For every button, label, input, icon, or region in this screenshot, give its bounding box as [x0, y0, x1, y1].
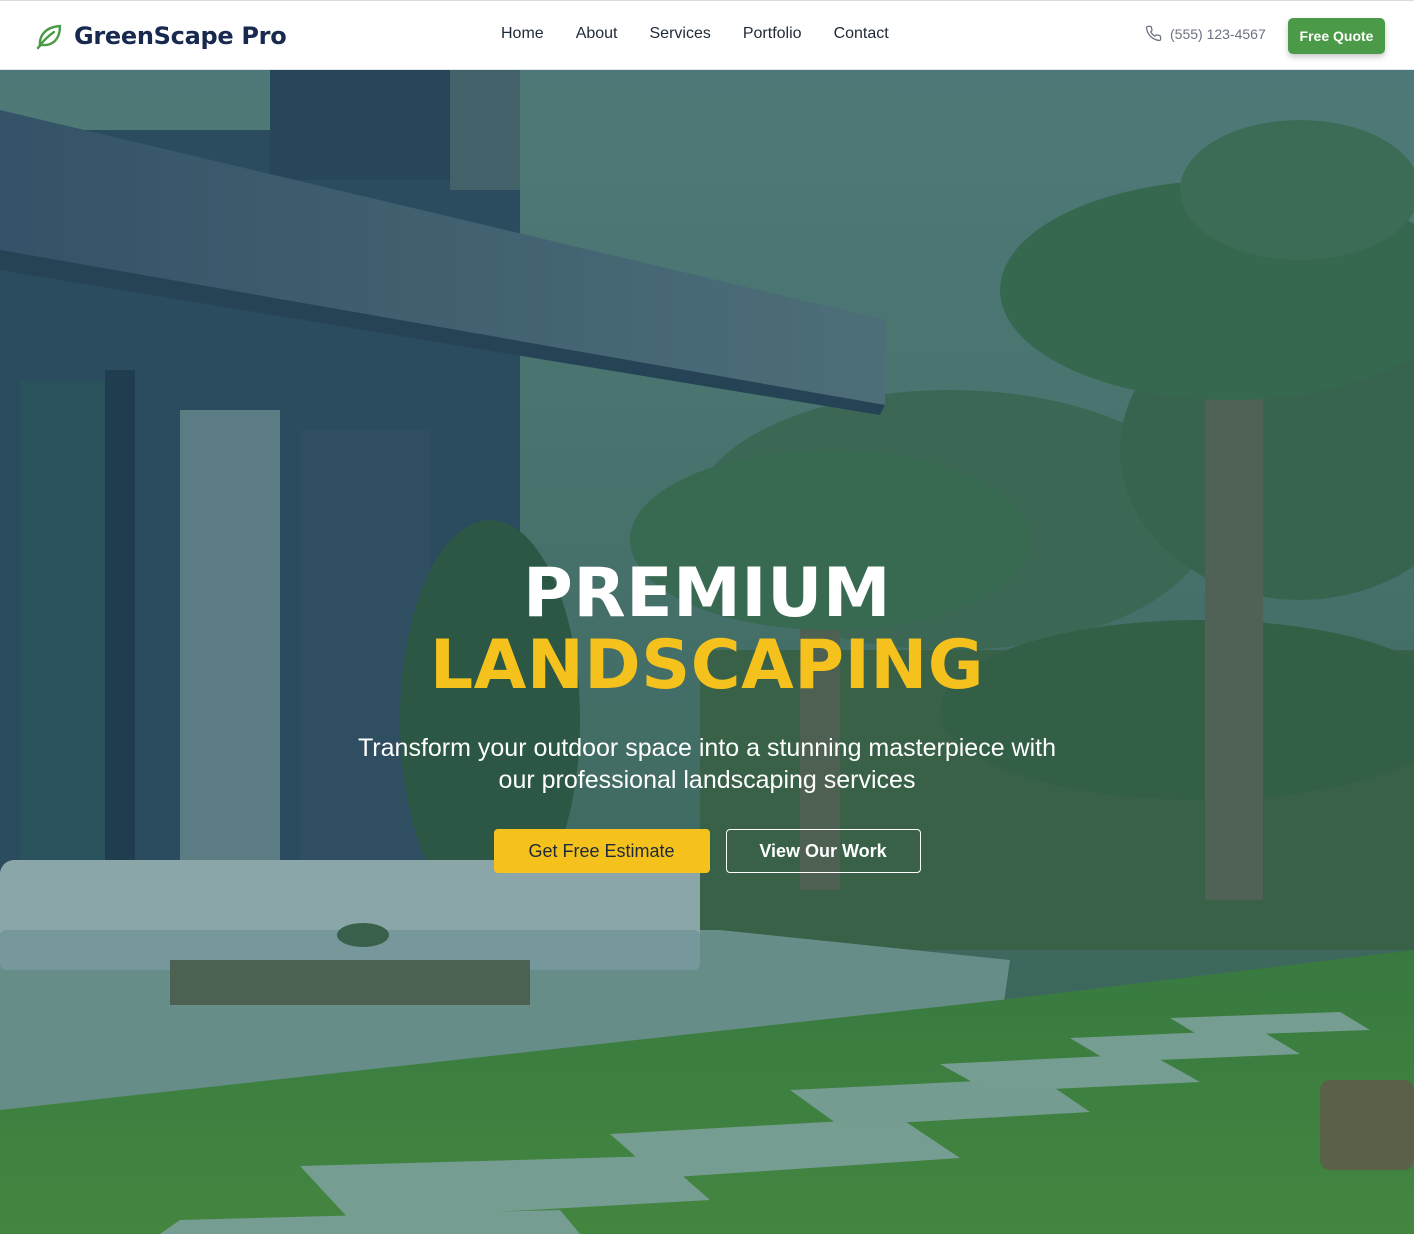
view-our-work-button[interactable]: View Our Work — [725, 829, 921, 873]
free-quote-button[interactable]: Free Quote — [1288, 18, 1385, 54]
phone-number: (555) 123-4567 — [1170, 25, 1266, 42]
hero-section: PREMIUM LANDSCAPING Transform your outdo… — [0, 70, 1414, 1234]
hero-cta-row: Get Free Estimate View Our Work — [0, 829, 1414, 873]
navbar: GreenScape Pro Home About Services Portf… — [0, 0, 1414, 70]
phone-icon — [1145, 25, 1162, 42]
hero-title-line1: PREMIUM — [522, 554, 891, 633]
brand-logo[interactable]: GreenScape Pro — [34, 20, 287, 52]
phone-link[interactable]: (555) 123-4567 — [1145, 25, 1266, 42]
brand-name: GreenScape Pro — [74, 22, 287, 50]
get-free-estimate-button[interactable]: Get Free Estimate — [493, 829, 710, 873]
hero-content: PREMIUM LANDSCAPING Transform your outdo… — [0, 558, 1414, 873]
nav-link-home[interactable]: Home — [501, 25, 544, 43]
hero-title: PREMIUM LANDSCAPING — [0, 558, 1414, 702]
leaf-icon — [36, 24, 62, 50]
nav-link-about[interactable]: About — [576, 25, 618, 43]
hero-title-line2: LANDSCAPING — [429, 626, 985, 705]
nav-link-services[interactable]: Services — [650, 25, 711, 43]
nav-link-contact[interactable]: Contact — [834, 25, 889, 43]
hero-subtitle: Transform your outdoor space into a stun… — [357, 734, 1057, 794]
nav-link-portfolio[interactable]: Portfolio — [743, 25, 802, 43]
main-nav: Home About Services Portfolio Contact — [501, 25, 889, 43]
